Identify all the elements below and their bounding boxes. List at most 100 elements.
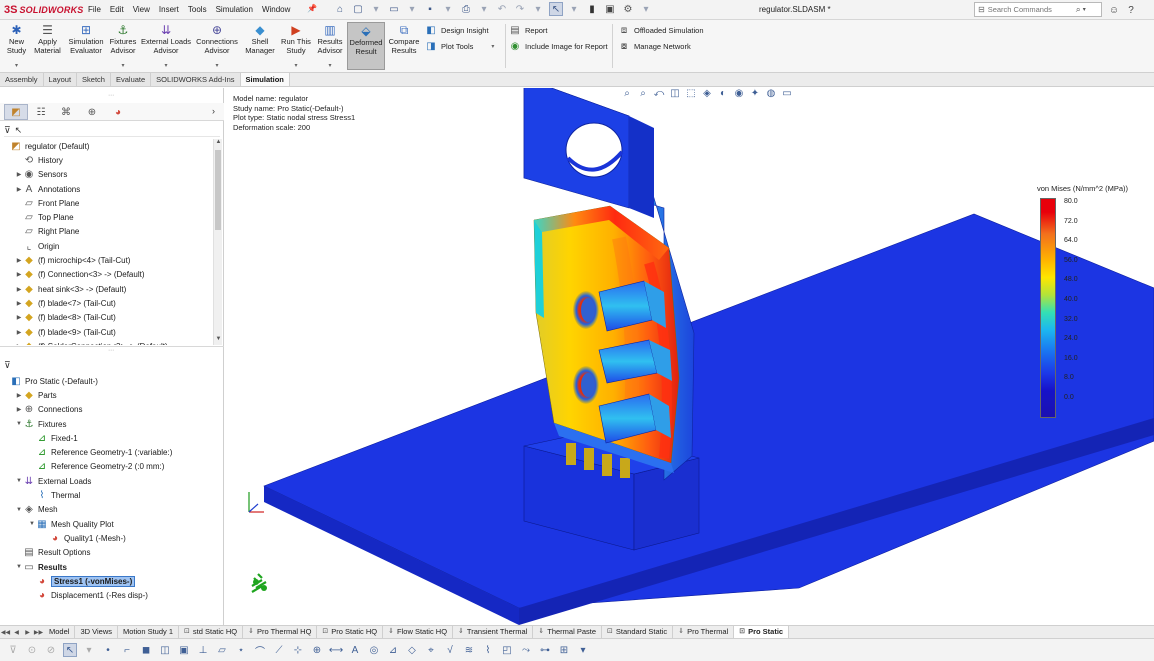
plot-tools-button[interactable]: ◨ Plot Tools ▾: [425, 40, 494, 53]
filter-dropdown-icon[interactable]: ▾: [576, 643, 590, 657]
open-icon[interactable]: ▭: [387, 2, 401, 16]
run-study-dropdown-icon[interactable]: ▾: [294, 62, 297, 69]
scroll-up-icon[interactable]: ▲: [214, 139, 223, 148]
section-view-icon[interactable]: ◫: [667, 88, 683, 100]
filter-blocks-icon[interactable]: ◰: [500, 643, 514, 657]
run-this-study-button[interactable]: ▶ Run This Study ▾: [280, 22, 312, 70]
expand-toggle-icon[interactable]: ▶: [15, 186, 23, 193]
view-orientation-icon[interactable]: ◈: [699, 88, 715, 100]
new-document-icon[interactable]: ▢: [351, 2, 365, 16]
feature-tree-item[interactable]: ▱ Front Plane: [0, 196, 212, 210]
tab-solidworks-add-ins[interactable]: SOLIDWORKS Add-Ins: [151, 73, 241, 86]
expand-toggle-icon[interactable]: ▶: [15, 392, 23, 399]
select-dropdown-icon[interactable]: ▾: [567, 2, 581, 16]
filter-weld-icon[interactable]: ⊿: [386, 643, 400, 657]
study-tree-item[interactable]: ▼ ◈ Mesh: [0, 503, 224, 517]
tab-evaluate[interactable]: Evaluate: [110, 73, 152, 86]
results-advisor-button[interactable]: ▥ Results Advisor ▾: [315, 22, 345, 70]
first-tab-icon[interactable]: ◀◀: [0, 629, 11, 636]
study-tree-item[interactable]: ◕ Displacement1 (-Res disp-): [0, 588, 224, 602]
menu-tools[interactable]: Tools: [188, 5, 207, 14]
expand-toggle-icon[interactable]: ▶: [15, 257, 23, 264]
results-advisor-dropdown-icon[interactable]: ▾: [328, 62, 331, 69]
study-tree-item[interactable]: ◕ Stress1 (-vonMises-): [0, 574, 224, 588]
pane-splitter[interactable]: ⋯: [0, 346, 224, 354]
filter-points-icon[interactable]: ⋆: [234, 643, 248, 657]
study-tab[interactable]: Model: [44, 626, 76, 638]
filter-dimensions-icon[interactable]: ⟷: [329, 643, 343, 657]
apply-scene-icon[interactable]: ◍: [763, 88, 779, 100]
traffic-light-icon[interactable]: ▮: [585, 2, 599, 16]
study-tab[interactable]: ⇓ Pro Thermal HQ: [243, 626, 318, 638]
offloaded-simulation-button[interactable]: ⧈ Offloaded Simulation: [618, 24, 704, 37]
tab-assembly[interactable]: Assembly: [0, 73, 44, 86]
feature-tree-item[interactable]: ▱ Top Plane: [0, 210, 212, 224]
study-tree-item[interactable]: ▼ ▦ Mesh Quality Plot: [0, 517, 224, 531]
study-tree-item[interactable]: ⊿ Reference Geometry-1 (:variable:): [0, 445, 224, 459]
connections-dropdown-icon[interactable]: ▾: [215, 62, 218, 69]
new-dropdown-icon[interactable]: ▾: [369, 2, 383, 16]
view-settings-icon[interactable]: ▭: [779, 88, 795, 100]
expand-toggle-icon[interactable]: ▶: [15, 314, 23, 321]
last-tab-icon[interactable]: ▶▶: [33, 629, 44, 636]
filter-weld-bead-icon[interactable]: ≋: [462, 643, 476, 657]
print-dropdown-icon[interactable]: ▾: [477, 2, 491, 16]
filter-misc-icon[interactable]: ⊞: [557, 643, 571, 657]
filter-axes-icon[interactable]: ⊥: [196, 643, 210, 657]
tab-simulation[interactable]: Simulation: [240, 73, 290, 86]
tab-sketch[interactable]: Sketch: [77, 73, 111, 86]
filter-sketch-icon[interactable]: ⌒: [253, 643, 267, 658]
feature-tree-scrollbar[interactable]: ▲ ▼: [213, 139, 222, 345]
menu-window[interactable]: Window: [262, 5, 290, 14]
zoom-to-area-icon[interactable]: ⌕: [635, 88, 651, 100]
menu-simulation[interactable]: Simulation: [216, 5, 253, 14]
feature-tree-item[interactable]: ▶ A Annotations: [0, 182, 212, 196]
new-study-button[interactable]: ✱ New Study ▾: [4, 22, 29, 70]
external-loads-advisor-button[interactable]: ⇊ External Loads Advisor ▾: [140, 22, 192, 70]
menu-view[interactable]: View: [133, 5, 150, 14]
filter-solids-icon[interactable]: ▣: [177, 643, 191, 657]
report-button[interactable]: ▤ Report: [509, 24, 547, 37]
filter-surfaces-icon[interactable]: ◫: [158, 643, 172, 657]
filter-routing-icon[interactable]: ⤳: [519, 643, 533, 657]
select-arrow-icon[interactable]: ↖: [549, 2, 563, 16]
configuration-manager-tab[interactable]: ⌘: [54, 104, 78, 120]
undo-icon[interactable]: ↶: [495, 2, 509, 16]
study-tree-item[interactable]: ▶ ⊕ Connections: [0, 403, 224, 417]
zoom-to-fit-icon[interactable]: ⌕: [619, 88, 635, 100]
print-icon[interactable]: ⎙: [459, 2, 473, 16]
filter-centers-icon[interactable]: ⊕: [310, 643, 324, 657]
new-study-dropdown-icon[interactable]: ▾: [15, 62, 18, 69]
panel-grip-icon[interactable]: ⋯: [108, 92, 114, 99]
solidworks-logo[interactable]: 3S SOLIDWORKS: [4, 3, 83, 17]
study-tab[interactable]: 3D Views: [75, 626, 118, 638]
feature-tree-item[interactable]: ▶ ◉ Sensors: [0, 168, 212, 182]
feature-manager-tab[interactable]: ◩: [4, 104, 28, 120]
save-dropdown-icon[interactable]: ▾: [441, 2, 455, 16]
plot-tools-dropdown-icon[interactable]: ▾: [491, 43, 494, 50]
filter-icon[interactable]: ⊽: [6, 643, 20, 657]
search-icon[interactable]: ⌕: [1076, 4, 1081, 15]
options-dropdown-icon[interactable]: ▾: [639, 2, 653, 16]
fixtures-dropdown-icon[interactable]: ▾: [121, 62, 124, 69]
study-tree-item[interactable]: ▼ ▭ Results: [0, 560, 224, 574]
study-tab[interactable]: ⇓ Pro Thermal: [673, 626, 735, 638]
deformed-result-button[interactable]: ⬙ Deformed Result: [347, 22, 385, 70]
study-tree-item[interactable]: ▤ Result Options: [0, 546, 224, 560]
dynamic-annotation-icon[interactable]: ⬚: [683, 88, 699, 100]
fixtures-advisor-button[interactable]: ⚓ Fixtures Advisor ▾: [108, 22, 138, 70]
expand-toggle-icon[interactable]: ▼: [15, 507, 23, 513]
manage-network-button[interactable]: ⧇ Manage Network: [618, 40, 691, 53]
feature-tree-item[interactable]: ▱ Right Plane: [0, 225, 212, 239]
search-dropdown-icon[interactable]: ▾: [1083, 6, 1086, 13]
options-gear-icon[interactable]: ⚙: [621, 2, 635, 16]
study-tab[interactable]: ⊡ Pro Static: [734, 626, 790, 638]
expand-toggle-icon[interactable]: ▶: [15, 300, 23, 307]
scroll-thumb[interactable]: [215, 150, 221, 230]
compare-results-button[interactable]: ⧉ Compare Results: [388, 22, 420, 70]
study-tab[interactable]: ⇓ Flow Static HQ: [383, 626, 454, 638]
filter-planes-icon[interactable]: ▱: [215, 643, 229, 657]
design-insight-button[interactable]: ◧ Design Insight: [425, 24, 488, 37]
study-tree-item[interactable]: ▶ ◆ Parts: [0, 388, 224, 402]
selection-filter-icon[interactable]: ⊙: [25, 643, 39, 657]
